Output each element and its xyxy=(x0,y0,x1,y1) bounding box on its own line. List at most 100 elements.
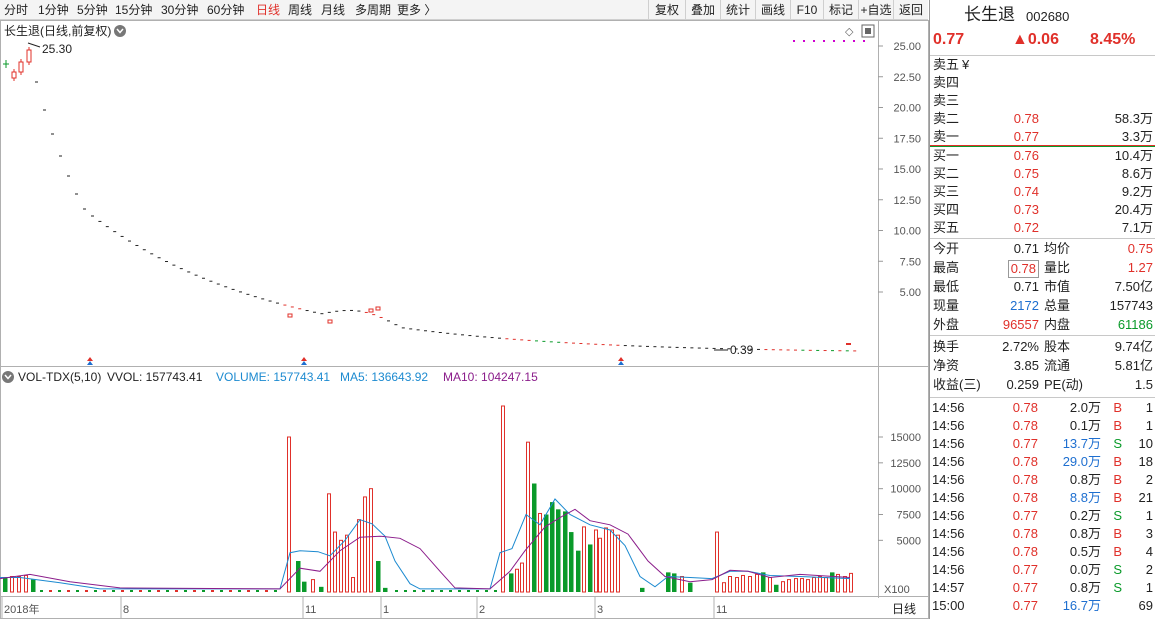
stat-value: 0.259 xyxy=(1006,377,1039,392)
period-tab[interactable]: 更多 〉 xyxy=(397,0,436,20)
stat-row: 净资 3.85 流通 5.81亿 xyxy=(930,357,1155,375)
candle xyxy=(11,71,17,79)
toolbar-button[interactable]: +自选 xyxy=(858,0,893,20)
volume-bar xyxy=(3,577,8,592)
volume-bar xyxy=(383,587,388,592)
volume-bar xyxy=(238,590,241,592)
toolbar-button[interactable]: 返回 xyxy=(893,0,928,20)
tick-price: 0.78 xyxy=(1012,418,1038,433)
period-tab[interactable]: 多周期 xyxy=(355,0,391,20)
period-toolbar: 分时 1分钟 5分钟 15分钟 30分钟 60分钟 日线 周线 月线 多周期 更多 〉 复权 叠加 统计… xyxy=(0,0,928,20)
tick-time: 14:56 xyxy=(932,436,965,451)
toolbar-button[interactable]: 叠加 xyxy=(685,0,720,20)
tick-time: 14:56 xyxy=(932,454,965,469)
tick-time: 14:56 xyxy=(932,544,965,559)
period-tab[interactable]: 5分钟 xyxy=(77,0,108,20)
tick-row: 14:57 0.77 0.8万 S 1 xyxy=(930,579,1155,597)
period-tab[interactable]: 30分钟 xyxy=(161,0,198,20)
price-tick-label: 12.50 xyxy=(893,195,921,207)
tick-price: 0.77 xyxy=(1012,580,1038,595)
candle xyxy=(368,308,374,313)
event-marker-icon[interactable] xyxy=(618,361,624,365)
diamond-icon[interactable]: ◇ xyxy=(845,26,854,38)
tick-volume: 0.0万 xyxy=(1069,562,1101,577)
volume-bar xyxy=(413,590,416,592)
tick-volume: 0.5万 xyxy=(1069,544,1101,559)
toolbar-button[interactable]: 标记 xyxy=(823,0,858,20)
volume-bar xyxy=(103,590,106,592)
period-tab[interactable]: 60分钟 xyxy=(207,0,244,20)
price-tick-label: 22.50 xyxy=(893,72,921,84)
event-markers[interactable] xyxy=(87,357,624,365)
tick-volume: 0.8万 xyxy=(1069,526,1101,541)
tick-volume: 13.7万 xyxy=(1062,436,1101,451)
high-price-label: 25.30 xyxy=(42,42,72,56)
period-tab[interactable]: 月线 xyxy=(321,0,345,20)
stat-label: 总量 xyxy=(1044,298,1071,313)
volume-bar xyxy=(688,582,693,592)
bid-level-label: 买一 xyxy=(933,148,960,163)
tick-count: 1 xyxy=(1145,580,1153,595)
tick-row: 15:00 0.77 16.7万 69 xyxy=(930,597,1155,615)
stat-label: 今开 xyxy=(933,241,960,256)
event-marker-icon[interactable] xyxy=(87,361,93,365)
tick-count: 69 xyxy=(1138,598,1153,613)
last-price: 0.77 xyxy=(933,31,965,48)
period-tab[interactable]: 周线 xyxy=(288,0,312,20)
volume-bar xyxy=(582,526,586,593)
event-marker-icon[interactable] xyxy=(301,361,307,365)
volume-bar xyxy=(666,572,671,592)
tick-side: B xyxy=(1113,400,1122,415)
volume-y-axis: 15000 12500 10000 7500 5000 xyxy=(878,432,921,547)
event-marker-icon[interactable] xyxy=(301,357,307,361)
event-marker-icon[interactable] xyxy=(618,357,624,361)
stat-value: 5.81亿 xyxy=(1114,358,1153,373)
volume-bar xyxy=(806,579,810,593)
period-tab[interactable]: 分时 xyxy=(4,0,28,20)
bid-price: 0.75 xyxy=(1013,166,1039,181)
volume-tick-label: 10000 xyxy=(890,484,921,496)
stat-label: 换手 xyxy=(933,339,960,354)
tick-row: 14:56 0.78 0.8万 B 3 xyxy=(930,525,1155,543)
volume-bar xyxy=(476,590,479,592)
ask-level-label: 卖二 xyxy=(933,111,960,126)
stat-row: 最高 0.78 量比 1.27 xyxy=(930,259,1155,278)
volume-bar xyxy=(184,590,187,592)
volume-bar xyxy=(67,590,70,592)
volume-menu-icon[interactable] xyxy=(2,371,14,383)
period-tab[interactable]: 1分钟 xyxy=(38,0,69,20)
ask-price: 0.78 xyxy=(1013,111,1039,126)
volume-bar xyxy=(287,436,291,593)
stat-value: 1.5 xyxy=(1134,377,1153,392)
stock-code: 002680 xyxy=(1026,9,1070,24)
kline-chart[interactable]: 长生退(日线,前复权) ◇ 25.0022.5020.0017.5015.001… xyxy=(0,20,929,619)
alert-dot xyxy=(823,40,825,42)
toolbar-button[interactable]: F10 xyxy=(790,0,823,20)
stat-label: 均价 xyxy=(1044,241,1071,256)
volume-bar xyxy=(247,590,250,592)
volume-bar xyxy=(741,574,745,593)
chart-menu-icon[interactable] xyxy=(114,25,126,37)
period-tab[interactable]: 日线 xyxy=(256,0,280,20)
volume-bar xyxy=(830,572,835,592)
time-tick-label: 3 xyxy=(597,604,603,616)
tick-time: 14:56 xyxy=(932,400,965,415)
volume-bar xyxy=(211,590,214,592)
volume-bar xyxy=(556,509,561,592)
volume-unit-label: X100 xyxy=(884,584,910,596)
tick-row: 14:56 0.78 8.8万 B 21 xyxy=(930,489,1155,507)
toolbar-button[interactable]: 复权 xyxy=(648,0,685,20)
tick-price: 0.77 xyxy=(1012,598,1038,613)
toolbar-button[interactable]: 画线 xyxy=(755,0,790,20)
stat-value: 61186 xyxy=(1117,317,1153,332)
volume-bar xyxy=(49,590,52,592)
tick-count: 1 xyxy=(1145,418,1153,433)
volume-bar xyxy=(157,590,160,592)
period-tab[interactable]: 15分钟 xyxy=(115,0,152,20)
event-marker-icon[interactable] xyxy=(87,357,93,361)
bid-level-row: 买五 0.72 7.1万 xyxy=(930,219,1155,237)
tick-time: 14:56 xyxy=(932,562,965,577)
volume-bar xyxy=(485,590,488,592)
toolbar-button[interactable]: 统计 xyxy=(720,0,755,20)
volume-bar xyxy=(339,539,343,593)
